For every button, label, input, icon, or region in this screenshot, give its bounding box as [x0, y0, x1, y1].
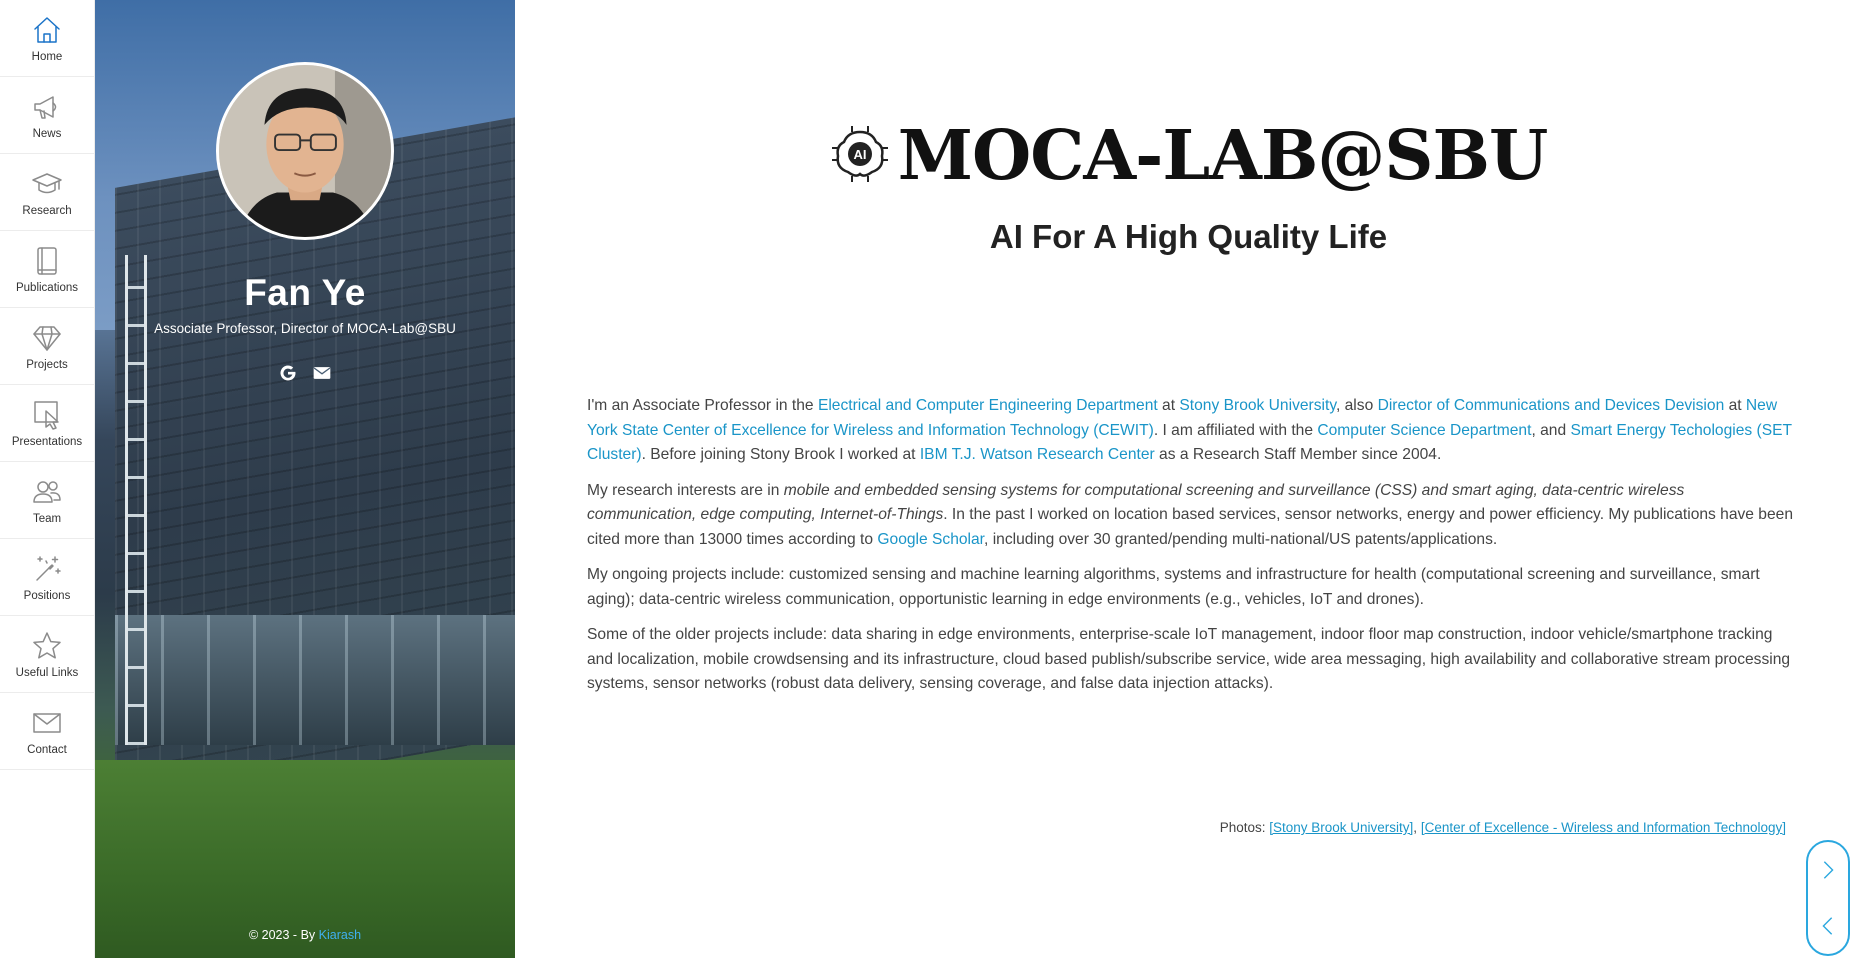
bio-text: at: [1157, 397, 1180, 414]
nav-label: Positions: [23, 589, 71, 602]
nav-label: Contact: [27, 743, 67, 756]
nav-item-contact[interactable]: Contact: [0, 693, 94, 770]
bio-paragraph-4: Some of the older projects include: data…: [587, 626, 1791, 692]
envelope-icon: [33, 712, 61, 733]
bio-text: at: [1724, 397, 1746, 414]
nav-item-research[interactable]: Research: [0, 154, 94, 231]
photo-credit-link-cewit[interactable]: [Center of Excellence - Wireless and Inf…: [1421, 820, 1786, 835]
background-building-windows: [115, 615, 515, 745]
users-icon: [33, 480, 61, 503]
bio-paragraph-1: I'm an Associate Professor in the Electr…: [587, 394, 1797, 468]
ibm-watson-link[interactable]: IBM T.J. Watson Research Center: [920, 446, 1155, 463]
social-links: [95, 363, 515, 383]
bio-text: My research interests are in: [587, 481, 784, 499]
ai-brain-logo: AI: [830, 124, 890, 189]
profile-photo: [219, 65, 391, 237]
nav-label: Publications: [15, 281, 78, 294]
nav-item-news[interactable]: News: [0, 77, 94, 154]
avatar: [216, 62, 394, 240]
nav-item-projects[interactable]: Projects: [0, 308, 94, 385]
nav-item-presentations[interactable]: Presentations: [0, 385, 94, 462]
graduation-cap-icon: [32, 172, 62, 193]
previous-page-button[interactable]: [1816, 914, 1840, 938]
bio-text: . Before joining Stony Brook I worked at: [641, 446, 920, 463]
site-header: AI MOCA-LAB@SBU: [515, 116, 1862, 196]
bio-paragraph-3: My ongoing projects include: customized …: [587, 566, 1760, 608]
next-page-button[interactable]: [1816, 858, 1840, 882]
nav-label: Presentations: [11, 435, 83, 448]
site-title: MOCA-LAB@SBU: [897, 116, 1549, 196]
nav-item-publications[interactable]: Publications: [0, 231, 94, 308]
cs-department-link[interactable]: Computer Science Department: [1317, 422, 1531, 439]
profile-title: Associate Professor, Director of MOCA-La…: [154, 321, 456, 336]
nav-label: Team: [32, 512, 62, 525]
page-slider-control: [1806, 840, 1850, 956]
director-link[interactable]: Director of Communications and Devices D…: [1378, 397, 1725, 414]
star-icon: [33, 631, 61, 659]
nav-item-home[interactable]: Home: [0, 0, 94, 77]
bio-text: , including over 30 granted/pending mult…: [984, 530, 1498, 548]
photo-credits: Photos: [Stony Brook University], [Cente…: [1220, 820, 1786, 835]
nav-label: Useful Links: [15, 666, 79, 679]
diamond-icon: [33, 325, 61, 351]
nav-label: Home: [31, 50, 63, 63]
tagline: AI For A High Quality Life: [989, 218, 1388, 255]
main-content: AI MOCA-LAB@SBU AI For A High Quality Li…: [515, 0, 1862, 958]
pointer-icon: [34, 400, 59, 430]
bio-section: I'm an Associate Professor in the Electr…: [587, 394, 1797, 708]
photo-credit-link-sbu[interactable]: [Stony Brook University]: [1269, 820, 1413, 835]
profile-panel: Fan Ye Associate Professor, Director of …: [95, 0, 515, 958]
photo-credits-label: Photos:: [1219, 820, 1270, 835]
footer: © 2023 - By Kiarash: [95, 928, 515, 942]
bio-paragraph-2: My research interests are in mobile and …: [587, 479, 1797, 553]
profile-name: Fan Ye: [244, 272, 366, 313]
stony-brook-link[interactable]: Stony Brook University: [1179, 397, 1336, 414]
logo-text: AI: [853, 147, 866, 162]
envelope-icon[interactable]: [312, 363, 332, 383]
footer-text: © 2023 - By: [248, 928, 319, 942]
bio-text: . I am affiliated with the: [1153, 421, 1318, 439]
magic-wand-icon: [36, 555, 61, 581]
chevron-right-icon: [1823, 861, 1834, 879]
bio-text: I'm an Associate Professor in the: [587, 397, 818, 414]
nav-label: Projects: [26, 358, 68, 371]
nav-label: Research: [22, 204, 72, 217]
bio-text: , also: [1335, 397, 1378, 414]
nav-item-useful-links[interactable]: Useful Links: [0, 616, 94, 693]
nav-label: News: [32, 127, 62, 140]
megaphone-icon: [34, 95, 57, 119]
home-icon: [34, 16, 60, 43]
nav-item-positions[interactable]: Positions: [0, 539, 94, 616]
side-nav: Home News Research Publications Projects…: [0, 0, 95, 958]
nav-item-team[interactable]: Team: [0, 462, 94, 539]
book-icon: [37, 246, 57, 275]
google-scholar-link[interactable]: Google Scholar: [877, 531, 984, 548]
footer-author-link[interactable]: Kiarash: [319, 928, 361, 942]
chevron-left-icon: [1822, 917, 1833, 935]
ece-department-link[interactable]: Electrical and Computer Engineering Depa…: [818, 397, 1158, 414]
bio-text: as a Research Staff Member since 2004.: [1154, 446, 1442, 463]
photo-credits-separator: ,: [1413, 820, 1421, 835]
bio-text: , and: [1531, 421, 1571, 439]
google-icon[interactable]: [278, 363, 298, 383]
